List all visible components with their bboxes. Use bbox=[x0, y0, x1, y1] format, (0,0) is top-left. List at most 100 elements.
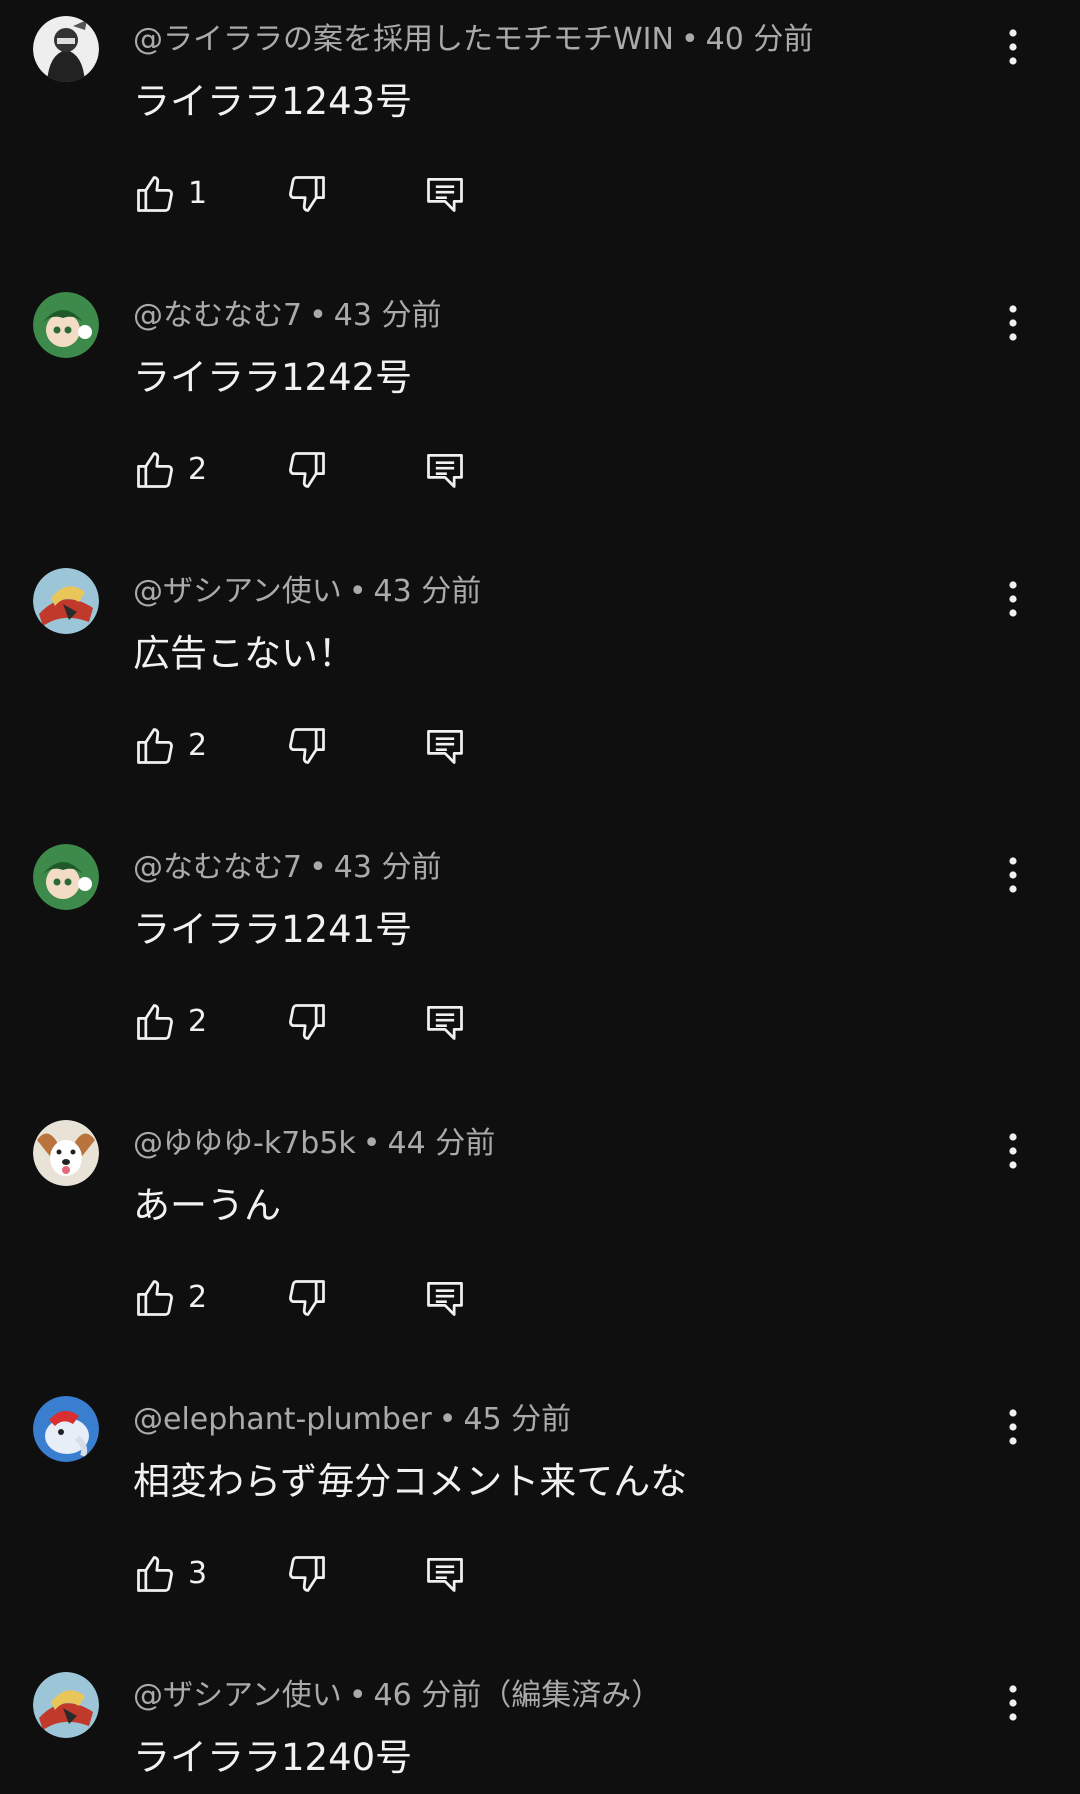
thumbs-up-icon bbox=[137, 1556, 173, 1592]
like-count: 2 bbox=[188, 1004, 208, 1039]
comment-item: @ライララの案を採用したモチモチWIN • 40 分前 ライララ1243号 1 bbox=[0, 0, 1080, 276]
reply-comment-icon bbox=[427, 177, 463, 212]
reply-button[interactable] bbox=[423, 998, 467, 1046]
more-button[interactable] bbox=[990, 1404, 1036, 1450]
comment-item: @ザシアン使い • 46 分前（編集済み） ライララ1240号 bbox=[0, 1656, 1080, 1794]
thumbs-down-icon bbox=[289, 1280, 325, 1316]
meta-separator: • bbox=[348, 1678, 367, 1713]
comment-meta: @ライララの案を採用したモチモチWIN • 40 分前 bbox=[133, 20, 813, 60]
reply-comment-icon bbox=[427, 453, 463, 488]
comment-time[interactable]: 43 分前 bbox=[334, 850, 442, 885]
dislike-button[interactable] bbox=[285, 446, 329, 494]
thumbs-up-icon bbox=[137, 1280, 173, 1316]
comment-item: @なむなむ7 • 43 分前 ライララ1242号 2 bbox=[0, 276, 1080, 552]
comment-author[interactable]: @なむなむ7 bbox=[133, 298, 302, 333]
comment-text: ライララ1243号 bbox=[133, 80, 413, 123]
comment-meta: @ザシアン使い • 43 分前 bbox=[133, 572, 481, 612]
avatar[interactable] bbox=[33, 1120, 99, 1186]
thumbs-down-icon bbox=[289, 452, 325, 488]
reply-button[interactable] bbox=[423, 1274, 467, 1322]
avatar[interactable] bbox=[33, 1396, 99, 1462]
reply-button[interactable] bbox=[423, 446, 467, 494]
comment-meta: @ザシアン使い • 46 分前（編集済み） bbox=[133, 1676, 661, 1716]
more-vertical-icon bbox=[1009, 581, 1017, 617]
dislike-button[interactable] bbox=[285, 1274, 329, 1322]
comment-author[interactable]: @ゆゆゆ-k7b5k bbox=[133, 1126, 356, 1161]
reply-button[interactable] bbox=[423, 1550, 467, 1598]
comment-author[interactable]: @ザシアン使い bbox=[133, 1678, 342, 1713]
thumbs-up-icon bbox=[137, 1004, 173, 1040]
comment-actions: 2 bbox=[133, 722, 533, 770]
thumbs-down-icon bbox=[289, 1004, 325, 1040]
meta-separator: • bbox=[680, 22, 699, 57]
avatar-icon bbox=[33, 1120, 99, 1186]
avatar-icon bbox=[33, 568, 99, 634]
like-count: 3 bbox=[188, 1556, 208, 1591]
more-button[interactable] bbox=[990, 576, 1036, 622]
dislike-button[interactable] bbox=[285, 722, 329, 770]
avatar[interactable] bbox=[33, 1672, 99, 1738]
avatar-icon bbox=[33, 844, 99, 910]
more-button[interactable] bbox=[990, 300, 1036, 346]
comment-author[interactable]: @ザシアン使い bbox=[133, 574, 342, 609]
comment-actions: 2 bbox=[133, 998, 533, 1046]
comment-actions: 2 bbox=[133, 1274, 533, 1322]
like-button[interactable] bbox=[133, 1550, 177, 1598]
comment-text: ライララ1242号 bbox=[133, 356, 413, 399]
thumbs-up-icon bbox=[137, 452, 173, 488]
like-button[interactable] bbox=[133, 1274, 177, 1322]
reply-comment-icon bbox=[427, 1005, 463, 1040]
comment-time[interactable]: 46 分前（編集済み） bbox=[374, 1678, 662, 1713]
comment-author[interactable]: @なむなむ7 bbox=[133, 850, 302, 885]
comment-author[interactable]: @elephant-plumber bbox=[133, 1402, 432, 1437]
comment-text: あーうん bbox=[133, 1184, 281, 1227]
comment-author[interactable]: @ライララの案を採用したモチモチWIN bbox=[133, 22, 674, 57]
more-vertical-icon bbox=[1009, 1409, 1017, 1445]
reply-button[interactable] bbox=[423, 170, 467, 218]
more-button[interactable] bbox=[990, 852, 1036, 898]
more-vertical-icon bbox=[1009, 1685, 1017, 1721]
comment-text: ライララ1241号 bbox=[133, 908, 413, 951]
more-button[interactable] bbox=[990, 24, 1036, 70]
dislike-button[interactable] bbox=[285, 998, 329, 1046]
like-button[interactable] bbox=[133, 998, 177, 1046]
like-button[interactable] bbox=[133, 446, 177, 494]
avatar-icon bbox=[33, 1396, 99, 1462]
meta-separator: • bbox=[438, 1402, 457, 1437]
comment-actions: 1 bbox=[133, 170, 533, 218]
more-vertical-icon bbox=[1009, 29, 1017, 65]
thumbs-down-icon bbox=[289, 1556, 325, 1592]
comment-item: @elephant-plumber • 45 分前 相変わらず毎分コメント来てんな … bbox=[0, 1380, 1080, 1656]
reply-comment-icon bbox=[427, 1281, 463, 1316]
comment-time[interactable]: 43 分前 bbox=[334, 298, 442, 333]
comment-time[interactable]: 40 分前 bbox=[706, 22, 814, 57]
dislike-button[interactable] bbox=[285, 1550, 329, 1598]
comment-time[interactable]: 45 分前 bbox=[463, 1402, 571, 1437]
reply-button[interactable] bbox=[423, 722, 467, 770]
avatar[interactable] bbox=[33, 16, 99, 82]
like-count: 2 bbox=[188, 1280, 208, 1315]
like-button[interactable] bbox=[133, 170, 177, 218]
more-vertical-icon bbox=[1009, 857, 1017, 893]
more-button[interactable] bbox=[990, 1128, 1036, 1174]
avatar[interactable] bbox=[33, 568, 99, 634]
more-vertical-icon bbox=[1009, 305, 1017, 341]
avatar-icon bbox=[33, 16, 99, 82]
comment-time[interactable]: 44 分前 bbox=[388, 1126, 496, 1161]
comment-text: 相変わらず毎分コメント来てんな bbox=[133, 1460, 688, 1503]
dislike-button[interactable] bbox=[285, 170, 329, 218]
meta-separator: • bbox=[309, 850, 327, 885]
comment-actions: 2 bbox=[133, 446, 533, 494]
like-count: 1 bbox=[188, 176, 208, 211]
avatar-icon bbox=[33, 1672, 99, 1738]
comment-meta: @なむなむ7 • 43 分前 bbox=[133, 296, 442, 336]
comment-text: ライララ1240号 bbox=[133, 1736, 413, 1779]
comment-meta: @なむなむ7 • 43 分前 bbox=[133, 848, 442, 888]
like-button[interactable] bbox=[133, 722, 177, 770]
comment-time[interactable]: 43 分前 bbox=[374, 574, 482, 609]
more-button[interactable] bbox=[990, 1680, 1036, 1726]
avatar[interactable] bbox=[33, 292, 99, 358]
avatar[interactable] bbox=[33, 844, 99, 910]
meta-separator: • bbox=[348, 574, 367, 609]
avatar-icon bbox=[33, 292, 99, 358]
